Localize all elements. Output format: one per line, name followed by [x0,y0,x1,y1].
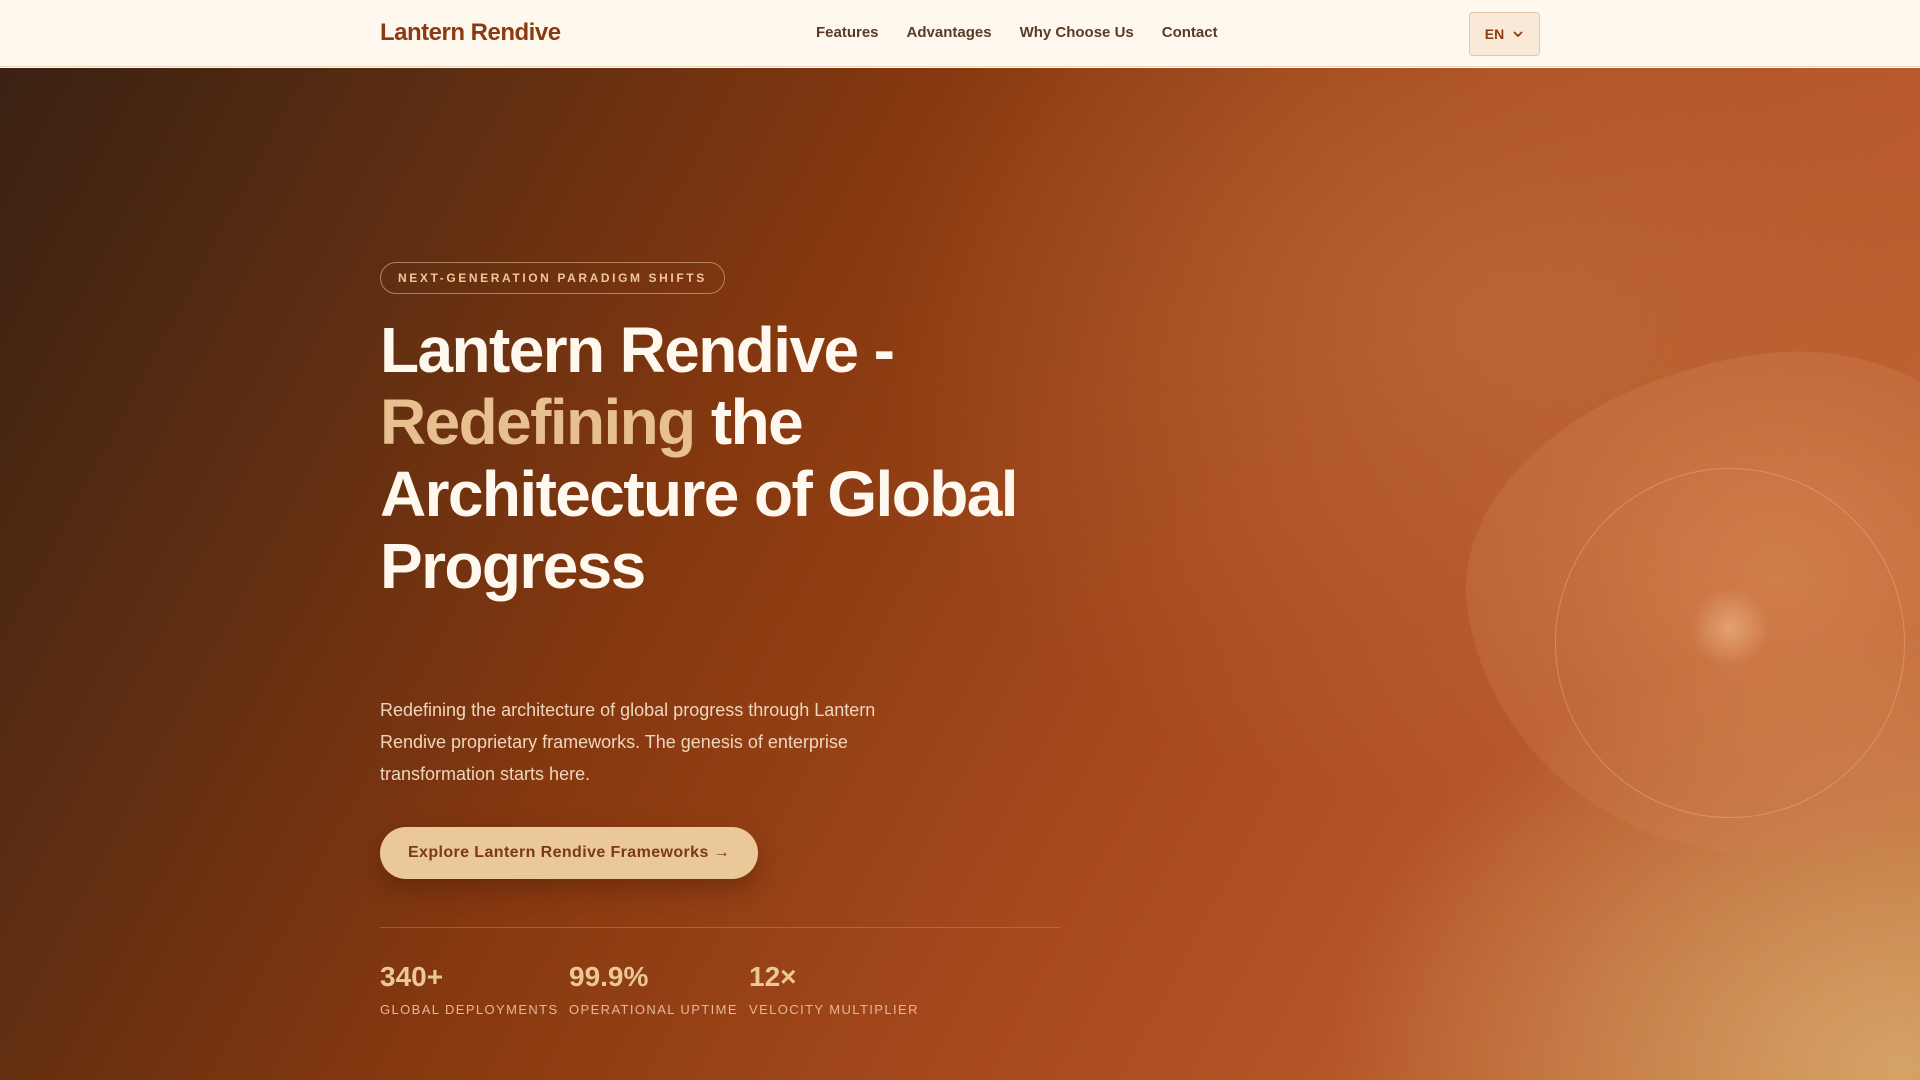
stat-label: OPERATIONAL UPTIME [569,1002,738,1017]
stat-value: 340+ [380,961,444,992]
headline-part-1: Lantern Rendive - [380,314,895,386]
stat-value: 99.9% [569,961,649,992]
nav-link-why-choose-us[interactable]: Why Choose Us [1020,24,1134,41]
top-navigation-bar: Lantern Rendive Features Advantages Why … [0,0,1920,67]
nav-link-contact[interactable]: Contact [1162,24,1218,41]
decorative-glow [1690,588,1770,668]
language-selector[interactable]: EN [1469,12,1540,56]
nav-link-advantages[interactable]: Advantages [907,24,992,41]
stats-divider [380,927,1060,928]
headline-accent: Redefining [380,386,696,458]
stat-label: VELOCITY MULTIPLIER [749,1002,919,1017]
language-label: EN [1484,26,1505,42]
chevron-down-icon [1513,31,1523,37]
stat-label: GLOBAL DEPLOYMENTS [380,1002,559,1017]
brand-logo[interactable]: Lantern Rendive [380,19,561,47]
hero-eyebrow-badge: NEXT-GENERATION PARADIGM SHIFTS [380,262,725,294]
hero-subtitle: Redefining the architecture of global pr… [380,700,876,784]
nav-link-features[interactable]: Features [816,24,879,41]
stat-value: 12× [749,961,797,992]
main-nav: Features Advantages Why Choose Us Contac… [816,24,1218,41]
stat-global-deployments: 340+ GLOBAL DEPLOYMENTS [380,961,559,1017]
explore-frameworks-button[interactable]: Explore Lantern Rendive Frameworks → [380,827,758,879]
hero-headline: Lantern Rendive - Redefining the Archite… [380,314,1080,602]
hero-section: NEXT-GENERATION PARADIGM SHIFTS Lantern … [0,68,1920,1080]
stat-velocity-multiplier: 12× VELOCITY MULTIPLIER [749,961,919,1017]
stat-operational-uptime: 99.9% OPERATIONAL UPTIME [569,961,738,1017]
